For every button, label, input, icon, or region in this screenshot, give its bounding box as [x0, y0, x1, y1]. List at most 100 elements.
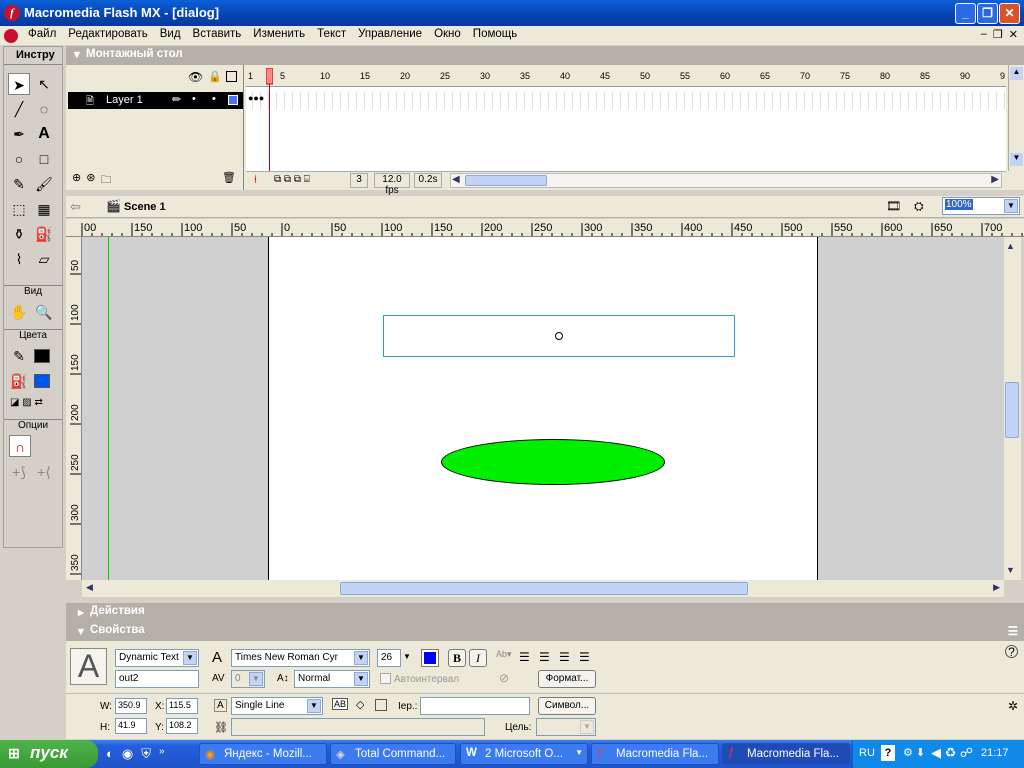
scroll-right-icon[interactable]: ▶	[993, 582, 1000, 593]
font-size-dropdown-icon[interactable]: ▼	[403, 652, 411, 661]
menu-edit[interactable]: Редактировать	[62, 28, 153, 40]
taskbar-item-word[interactable]: W 2 Microsoft O... ▼	[460, 743, 588, 765]
flash-app-icon[interactable]: f	[4, 5, 20, 21]
target-select[interactable]: ▼	[536, 718, 596, 736]
baseline-select[interactable]: Normal ▼	[294, 670, 370, 688]
text-color-button[interactable]	[421, 649, 439, 667]
width-input[interactable]: 350.9	[115, 698, 147, 714]
frame-cells[interactable]	[246, 92, 1006, 109]
help-icon[interactable]: ?	[1005, 645, 1018, 658]
actions-panel-header[interactable]: ▸ Действия	[66, 603, 1024, 622]
pen-tool-icon[interactable]: ✒	[8, 123, 30, 145]
frames-pane[interactable]: 1 5 10 15 20 25 30 35 40 45 50 55 60 65 70 75 80 85 90 9 ●●…	[246, 65, 1006, 173]
taskbar-item-firefox[interactable]: ◉ Яндекс - Mozill...	[199, 743, 327, 765]
scroll-down-icon[interactable]: ▼	[1006, 565, 1015, 575]
visibility-dot[interactable]: •	[192, 93, 196, 105]
align-left-icon[interactable]: ☰	[519, 650, 530, 664]
instance-name-input[interactable]: out2	[115, 670, 199, 688]
smooth-icon[interactable]: +⟆	[8, 461, 30, 483]
stage-hscroll[interactable]: ◀ ▶	[82, 580, 1004, 597]
straighten-icon[interactable]: +⟨	[33, 461, 55, 483]
center-frame-icon[interactable]: ⍿	[254, 174, 257, 187]
align-right-icon[interactable]: ☰	[559, 650, 570, 664]
eraser-tool-icon[interactable]: ▱	[33, 248, 55, 270]
show-border-icon[interactable]	[375, 699, 387, 711]
add-guide-layer-icon[interactable]: ⊛	[86, 171, 95, 190]
layer-row[interactable]: 🗎 Layer 1 ✏ • •	[68, 92, 243, 109]
taskbar-item-total-commander[interactable]: ◈ Total Command...	[330, 743, 456, 765]
menu-view[interactable]: Вид	[154, 28, 187, 40]
menu-insert[interactable]: Вставить	[187, 28, 248, 40]
lock-dot[interactable]: •	[212, 93, 216, 105]
brush-tool-icon[interactable]: 🖌	[33, 173, 55, 195]
arrow-tool-icon[interactable]: ➤	[8, 73, 30, 95]
line-type-select[interactable]: Single Line ▼	[231, 697, 323, 715]
outline-icon[interactable]	[226, 71, 237, 82]
menu-control[interactable]: Управление	[352, 28, 428, 40]
doc-restore-button[interactable]: ❐	[993, 28, 1003, 41]
ink-bottle-tool-icon[interactable]: ⚱	[8, 223, 30, 245]
trash-icon[interactable]: 🗑	[222, 171, 236, 184]
timeline-scroll-thumb[interactable]	[465, 175, 547, 186]
rectangle-tool-icon[interactable]: □	[33, 148, 55, 170]
quicklaunch-shield-icon[interactable]: ⛨	[141, 746, 151, 762]
render-html-icon[interactable]: ◇	[356, 698, 364, 711]
panel-options-icon[interactable]: ☰	[1008, 624, 1018, 638]
tray-network-icons[interactable]: ◀ ♻ ☍	[931, 745, 973, 761]
font-select[interactable]: Times New Roman Cyr ▼	[231, 649, 370, 667]
font-size-input[interactable]: 26	[377, 649, 401, 667]
layer-color-swatch[interactable]	[228, 95, 238, 105]
menu-window[interactable]: Окно	[428, 28, 467, 40]
eye-icon[interactable]: 👁	[188, 70, 203, 84]
scroll-up-icon[interactable]: ▲	[1010, 67, 1023, 80]
text-direction-icon[interactable]: Ab▾	[496, 649, 512, 660]
stage[interactable]	[268, 237, 818, 580]
doc-minimize-button[interactable]: –	[981, 28, 987, 41]
doc-close-button[interactable]: ✕	[1009, 28, 1018, 41]
hand-tool-icon[interactable]: ✋	[8, 301, 30, 323]
paint-bucket-tool-icon[interactable]: ⛽	[33, 223, 55, 245]
text-tool-icon[interactable]: A	[33, 123, 55, 145]
document-icon[interactable]	[4, 29, 18, 43]
y-input[interactable]: 108.2	[166, 718, 198, 734]
taskbar-item-flash-2[interactable]: ƒ Macromedia Fla...	[722, 743, 850, 765]
start-button[interactable]: ⊞ пуск	[0, 740, 98, 768]
line-tool-icon[interactable]: ╱	[8, 98, 30, 120]
back-arrow-icon[interactable]: ⇦	[70, 199, 81, 215]
edit-symbol-icon[interactable]: ⛭	[914, 199, 924, 214]
taskbar-item-flash-1[interactable]: ƒ Macromedia Fla...	[591, 743, 719, 765]
minimize-button[interactable]: _	[955, 3, 976, 24]
accessibility-icon[interactable]: ✲	[1008, 699, 1018, 713]
add-layer-icon[interactable]: ⊕	[72, 171, 81, 190]
fps-field[interactable]: 12.0 fps	[374, 173, 410, 196]
url-input[interactable]	[231, 718, 485, 736]
align-center-icon[interactable]: ☰	[539, 650, 550, 664]
zoom-tool-icon[interactable]: 🔍	[33, 301, 55, 323]
timeline-header[interactable]: ▾ Монтажный стол	[66, 46, 1024, 65]
character-button[interactable]: Символ...	[538, 697, 596, 715]
format-button[interactable]: Формат...	[538, 670, 596, 688]
dynamic-text-box[interactable]	[383, 315, 735, 357]
url-link-icon[interactable]: ⊘	[499, 671, 509, 685]
stage-hscroll-thumb[interactable]	[340, 582, 748, 595]
green-ellipse[interactable]	[441, 439, 665, 485]
edit-scene-icon[interactable]: 🎞	[886, 199, 901, 213]
add-folder-icon[interactable]: 🗀	[100, 171, 111, 190]
menu-file[interactable]: Файл	[22, 28, 62, 40]
tools-header[interactable]: Инстру	[4, 47, 62, 65]
scroll-down-icon[interactable]: ▼	[1010, 153, 1023, 166]
scroll-up-icon[interactable]: ▲	[1006, 241, 1015, 251]
language-indicator[interactable]: RU	[859, 747, 875, 759]
swap-colors-icon[interactable]: ◪ ▨ ⇄	[10, 397, 43, 408]
variable-input[interactable]	[420, 697, 530, 715]
stage-vscroll[interactable]: ▲ ▼	[1004, 237, 1021, 580]
height-input[interactable]: 41.9	[115, 718, 147, 734]
frame-ruler[interactable]: 1 5 10 15 20 25 30 35 40 45 50 55 60 65 70 75 80 85 90 9	[246, 65, 1006, 87]
menu-help[interactable]: Помощь	[467, 28, 523, 40]
menu-modify[interactable]: Изменить	[247, 28, 311, 40]
menu-text[interactable]: Текст	[311, 28, 352, 40]
lock-icon[interactable]: 🔒	[208, 70, 222, 83]
stroke-color-swatch[interactable]	[34, 349, 50, 363]
bold-button[interactable]: B	[448, 649, 466, 667]
eyedropper-tool-icon[interactable]: ⌇	[8, 248, 30, 270]
